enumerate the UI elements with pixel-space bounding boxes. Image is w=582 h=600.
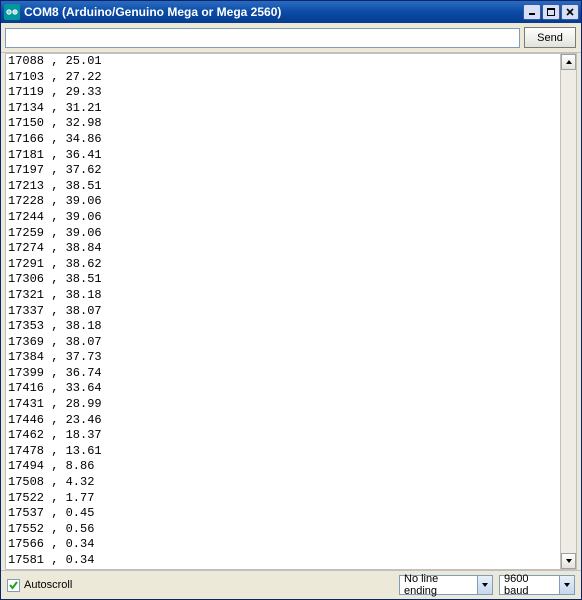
command-row: Send [1, 23, 581, 53]
close-button[interactable] [561, 4, 579, 20]
chevron-down-icon [559, 576, 574, 594]
scroll-up-button[interactable] [561, 54, 576, 70]
send-button[interactable]: Send [524, 27, 576, 48]
maximize-button[interactable] [542, 4, 560, 20]
scroll-down-button[interactable] [561, 553, 576, 569]
autoscroll-label: Autoscroll [24, 579, 72, 591]
footer-row: Autoscroll No line ending 9600 baud [1, 570, 581, 599]
baud-value: 9600 baud [504, 573, 559, 597]
baud-select[interactable]: 9600 baud [499, 575, 575, 595]
line-ending-select[interactable]: No line ending [399, 575, 493, 595]
chevron-down-icon [477, 576, 492, 594]
autoscroll-option[interactable]: Autoscroll [7, 579, 393, 592]
serial-output: 17088 , 25.01 17103 , 27.22 17119 , 29.3… [6, 54, 560, 569]
scrollbar[interactable] [560, 54, 576, 569]
titlebar: COM8 (Arduino/Genuino Mega or Mega 2560) [1, 1, 581, 23]
window-title: COM8 (Arduino/Genuino Mega or Mega 2560) [24, 5, 523, 19]
window-controls [523, 4, 579, 20]
command-input[interactable] [5, 28, 520, 48]
minimize-button[interactable] [523, 4, 541, 20]
arduino-icon [4, 4, 20, 20]
serial-monitor-window: COM8 (Arduino/Genuino Mega or Mega 2560)… [0, 0, 582, 600]
output-panel: 17088 , 25.01 17103 , 27.22 17119 , 29.3… [5, 53, 577, 570]
autoscroll-checkbox[interactable] [7, 579, 20, 592]
line-ending-value: No line ending [404, 573, 477, 597]
scroll-track[interactable] [561, 70, 576, 553]
